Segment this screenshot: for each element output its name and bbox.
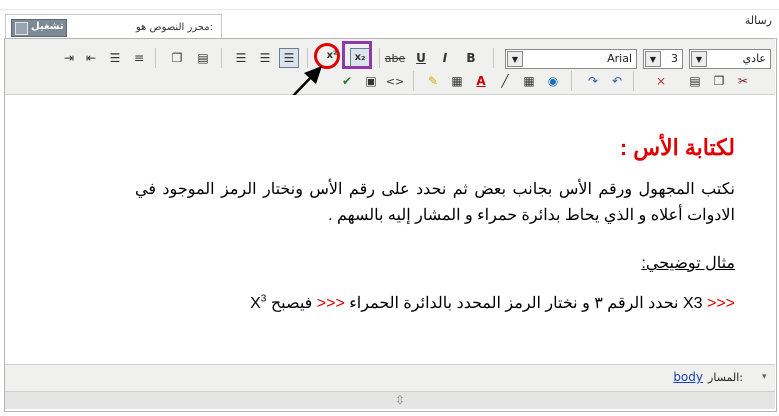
example-middle: نحدد الرقم ٣ و نختار الرمز المحدد بالدائ… xyxy=(349,295,679,312)
example-label: مثال توضيحي: xyxy=(641,255,735,272)
font-family-select[interactable]: ▼ Arial xyxy=(505,49,637,69)
toolbar-separator xyxy=(633,71,634,91)
template-icon[interactable]: ❐ xyxy=(167,48,187,68)
new-document-icon[interactable]: ▤ xyxy=(193,48,213,68)
example-line: X3 >>> نحدد الرقم ٣ و نختار الرمز المحدد… xyxy=(250,293,735,313)
editor-toolbar: ⇥ ⇤ ☰ ≡ ❐ ▤ ☰ ☰ ☰ x² x₂ abe U I B ▼ Aria… xyxy=(5,39,775,95)
top-divider xyxy=(0,9,779,10)
link-icon[interactable]: ◉ xyxy=(543,71,563,91)
editor-toggle-tab: تشغيل محرر النصوص هو: xyxy=(5,14,222,40)
underline-icon[interactable]: U xyxy=(411,48,431,68)
redo-icon[interactable]: ↷ xyxy=(583,71,603,91)
fullscreen-icon[interactable]: ▣ xyxy=(361,71,381,91)
example-arrows: >>> xyxy=(316,295,345,312)
paste-icon[interactable]: ▤ xyxy=(685,71,705,91)
unordered-list-icon[interactable]: ☰ xyxy=(105,48,125,68)
editor-tab-label: محرر النصوص هو: xyxy=(135,22,213,33)
resize-grip-icon[interactable]: ▾ xyxy=(762,372,772,384)
bold-icon[interactable]: B xyxy=(461,48,481,68)
drag-handle-icon: ⇳ xyxy=(394,393,406,407)
path-link-body[interactable]: body xyxy=(673,370,703,384)
strikethrough-icon[interactable]: abe xyxy=(385,48,406,68)
path-label: المسار: xyxy=(708,371,743,384)
example-after: فيصبح xyxy=(270,295,313,312)
toolbar-separator xyxy=(379,48,380,68)
field-label: رسالة xyxy=(744,14,772,27)
outdent-icon[interactable]: ⇤ xyxy=(81,48,101,68)
spellcheck-icon[interactable]: ✔ xyxy=(337,71,357,91)
toolbar-separator xyxy=(571,71,572,91)
remove-format-icon[interactable]: ⨯ xyxy=(651,71,671,91)
toolbar-separator xyxy=(493,48,494,68)
font-size-select[interactable]: ▼ 3 xyxy=(643,49,683,69)
editor-resize-handle[interactable]: ⇳ xyxy=(5,391,775,409)
toolbar-separator xyxy=(413,71,414,91)
toggle-grip-icon xyxy=(15,22,28,35)
chevron-down-icon: ▼ xyxy=(645,51,661,67)
status-bar: المسار: body ▾ xyxy=(5,364,775,391)
ordered-list-icon[interactable]: ≡ xyxy=(129,48,149,68)
html-source-icon[interactable]: <> xyxy=(385,71,405,91)
content-paragraph: نكتب المجهول ورقم الأس بجانب بعض ثم نحدد… xyxy=(135,181,735,224)
editor-content-area[interactable]: لكتابة الأس : نكتب المجهول ورقم الأس بجا… xyxy=(5,95,775,363)
italic-icon[interactable]: I xyxy=(435,48,455,68)
example-arrows: >>> xyxy=(706,295,735,312)
toolbar-separator xyxy=(155,48,156,68)
example-before: X3 xyxy=(682,295,703,312)
indent-icon[interactable]: ⇥ xyxy=(59,48,79,68)
example-result: X3 xyxy=(250,293,267,312)
toolbar-separator xyxy=(221,48,222,68)
align-right-icon[interactable]: ☰ xyxy=(231,48,251,68)
chevron-down-icon: ▼ xyxy=(691,51,707,67)
content-heading: لكتابة الأس : xyxy=(619,135,735,160)
paragraph-style-select[interactable]: ▼ عادي xyxy=(689,49,771,69)
cut-icon[interactable]: ✂ xyxy=(733,71,753,91)
highlight-color-icon[interactable]: ✎ xyxy=(423,71,443,91)
undo-icon[interactable]: ↶ xyxy=(607,71,627,91)
copy-icon[interactable]: ❐ xyxy=(709,71,729,91)
table-icon[interactable]: ▦ xyxy=(519,71,539,91)
editor-toggle-button[interactable]: تشغيل xyxy=(11,19,67,37)
text-color-icon[interactable]: A xyxy=(471,71,491,91)
image-icon[interactable]: ▦ xyxy=(447,71,467,91)
horizontal-rule-icon[interactable]: ╱ xyxy=(495,71,515,91)
highlight-box xyxy=(342,41,372,69)
chevron-down-icon: ▼ xyxy=(507,51,523,67)
